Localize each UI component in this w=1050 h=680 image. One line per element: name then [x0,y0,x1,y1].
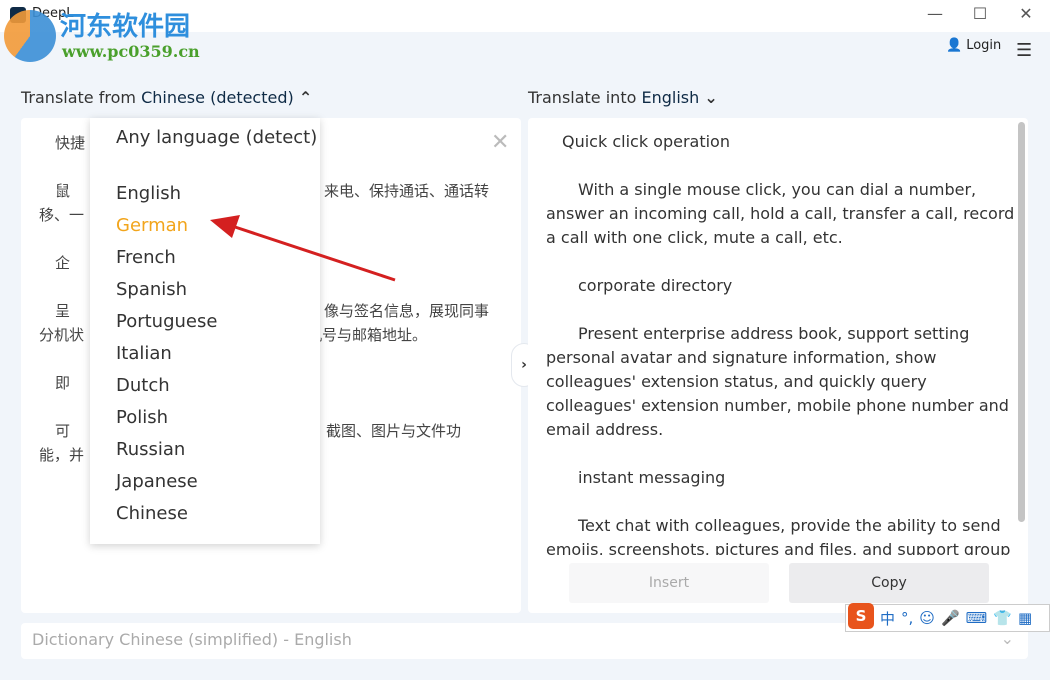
language-option[interactable]: Russian [116,438,320,470]
source-text-line: 像与签名信息，展现同事 [324,302,490,320]
language-dropdown: Any language (detect) English German French… [90,118,320,544]
chinese-mode-toggle[interactable]: 中 [880,608,895,629]
ime-toolbar: S 中 °, ☺ 🎤 ⌨ 👕 ▦ [845,603,1050,632]
keyboard-icon[interactable]: ⌨ [966,609,988,627]
source-text-line: 快捷 [55,134,86,152]
translation-paragraph: Present enterprise address book, support… [546,324,1009,439]
source-text-line: 鼠 [55,182,71,200]
target-text-panel: Quick click operation With a single mouse… [528,118,1028,613]
minimize-button[interactable]: — [920,4,950,23]
language-option[interactable]: Any language (detect) [116,126,320,182]
insert-button[interactable]: Insert [569,563,769,603]
sogou-logo-icon[interactable]: S [848,603,874,629]
source-language-selector[interactable]: Translate from Chinese (detected) ⌃ [21,88,312,107]
header: 👤 Login ☰ [0,32,1050,72]
language-option[interactable]: Spanish [116,278,320,310]
source-text-line: 呈 [55,302,71,320]
language-option[interactable]: Italian [116,342,320,374]
language-option[interactable]: French [116,246,320,278]
language-option[interactable]: Japanese [116,470,320,502]
source-text-line: 可 [55,422,71,440]
translation-paragraph: Text chat with colleagues, provide the a… [546,516,1011,555]
language-option[interactable]: Portuguese [116,310,320,342]
clear-text-icon[interactable]: ✕ [491,130,509,155]
menu-icon[interactable]: ☰ [1016,40,1032,61]
translation-paragraph: corporate directory [578,276,733,295]
language-option[interactable]: Chinese [116,502,320,534]
target-language-selector[interactable]: Translate into English ⌄ [528,88,718,107]
language-option[interactable]: German [116,214,320,246]
language-option[interactable]: Polish [116,406,320,438]
source-text-line: 机号与邮箱地址。 [307,326,428,344]
source-text-line: 移、一 [39,206,85,224]
source-text-line: 能，并 [39,446,85,464]
source-text-line: 分机状 [39,326,85,344]
source-text-line: 企 [55,254,71,272]
grid-icon[interactable]: ▦ [1018,609,1032,627]
chevron-up-icon: ⌃ [298,88,313,107]
source-text-line: 即 [55,374,71,392]
punctuation-icon[interactable]: °, [901,609,913,627]
translation-paragraph: Quick click operation [562,132,730,151]
translation-paragraph: With a single mouse click, you can dial … [546,180,1015,247]
translation-paragraph: instant messaging [578,468,726,487]
source-text-line: 截图、图片与文件功 [326,422,462,440]
microphone-icon[interactable]: 🎤 [941,609,960,627]
close-window-button[interactable]: ✕ [1011,4,1041,23]
user-icon: 👤 [946,38,963,53]
chevron-down-icon: ⌄ [704,88,718,107]
emoji-icon[interactable]: ☺ [919,609,935,627]
login-button[interactable]: 👤 Login [946,38,1001,53]
language-option[interactable]: English [116,182,320,214]
copy-button[interactable]: Copy [789,563,989,603]
language-option[interactable]: Dutch [116,374,320,406]
scrollbar[interactable] [1018,122,1025,522]
source-text-line: 来电、保持通话、通话转 [324,182,490,200]
maximize-button[interactable]: ☐ [965,4,995,23]
skin-icon[interactable]: 👕 [993,609,1012,627]
